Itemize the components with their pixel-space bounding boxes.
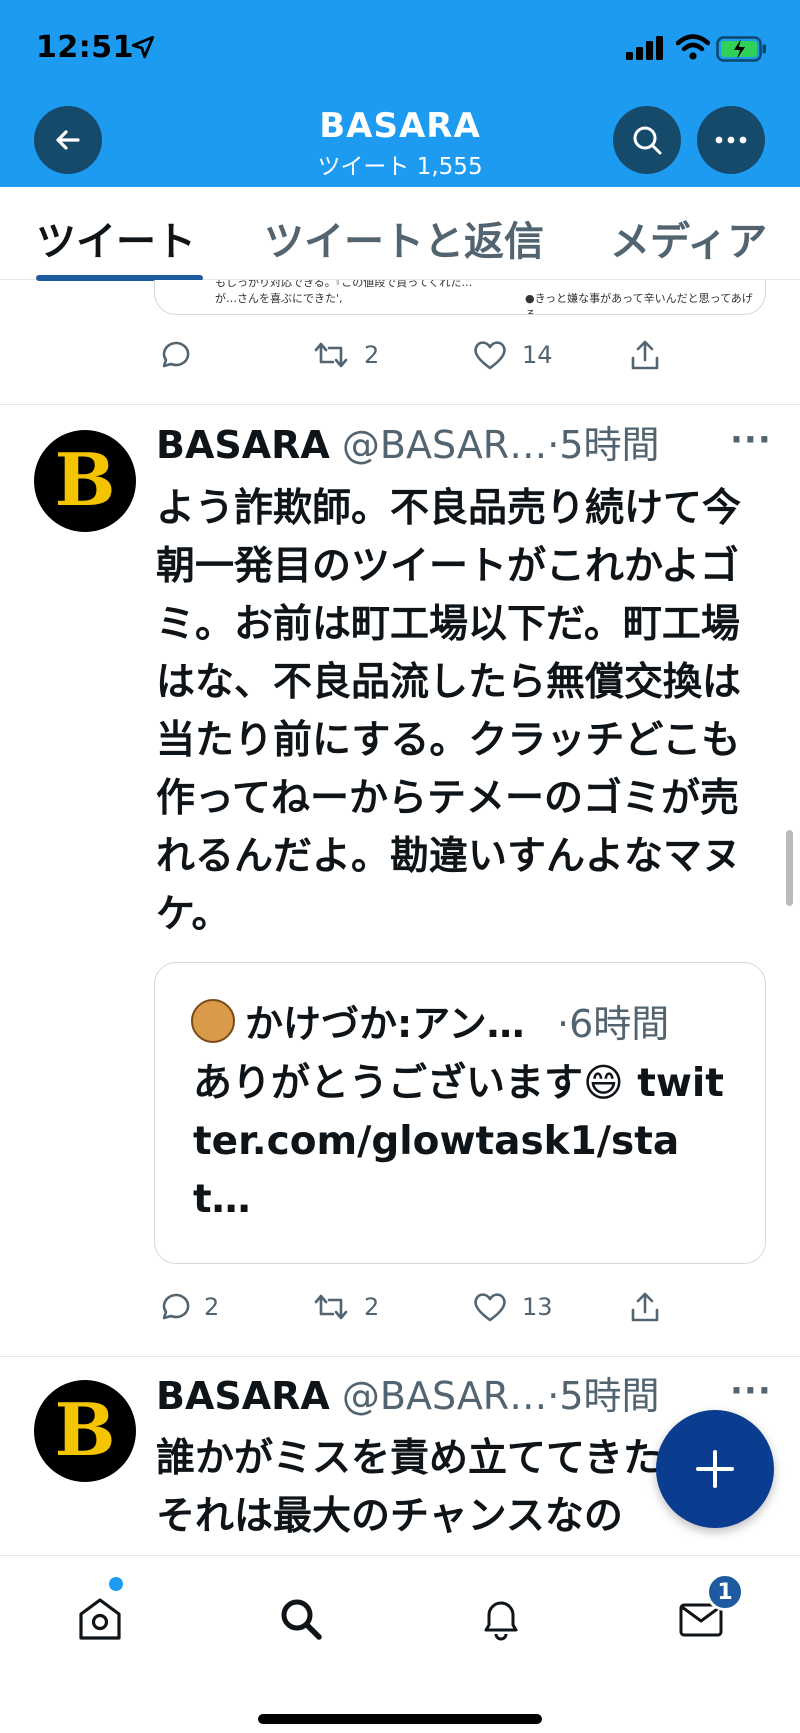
quoted-author-name: かけづか:アン…: [245, 1002, 525, 1046]
retweet-button[interactable]: 2: [312, 338, 379, 372]
scrollbar-thumb[interactable]: [786, 830, 793, 906]
author-name[interactable]: BASARA: [156, 1374, 330, 1418]
tweet-time[interactable]: 5時間: [559, 1374, 659, 1418]
tweet-count: ツイート 1,555: [317, 154, 483, 180]
home-notification-dot: [109, 1577, 123, 1591]
search-icon: [633, 126, 662, 155]
retweet-button[interactable]: 2: [312, 1290, 379, 1324]
tab-tweets[interactable]: ツイート: [36, 209, 196, 267]
heart-icon: [474, 1293, 506, 1322]
author-handle[interactable]: @BASAR…: [342, 1374, 547, 1418]
avatar-letter: B: [54, 436, 116, 522]
quoted-time: ·6時間: [557, 1002, 670, 1046]
tweet-more-button[interactable]: ···: [730, 420, 772, 460]
tweet-time[interactable]: 5時間: [559, 423, 659, 467]
tweet-more-button[interactable]: ···: [730, 1371, 772, 1411]
bottom-navigation: 1: [0, 1555, 800, 1733]
profile-header: 12:51 BASARA ツイート 1,555: [0, 0, 800, 187]
reply-icon: [162, 1293, 190, 1320]
tweet-actions: 2 2 13: [0, 1290, 800, 1340]
more-options-button[interactable]: [697, 106, 765, 174]
tab-tweets-and-replies[interactable]: ツイートと返信: [264, 209, 544, 267]
retweet-count: 2: [364, 341, 380, 369]
tweet-text: よう詐欺師。不良品売り続けて今朝一発目のツイートがこれかよゴミ。お前は町工場以下…: [156, 486, 742, 937]
reply-button[interactable]: 2: [156, 1290, 219, 1324]
like-button[interactable]: 13: [472, 1290, 553, 1324]
battery-icon: [716, 36, 766, 62]
messages-badge: 1: [706, 1573, 744, 1611]
card-text-left: 自信を感じてもらいたいし、売った後に何かあってもしっかり対応できる。『この値段で…: [215, 280, 473, 305]
like-button[interactable]: 14: [472, 338, 553, 372]
plus-icon: [696, 1450, 734, 1488]
share-icon: [631, 1292, 659, 1322]
retweet-icon: [314, 1294, 348, 1320]
search-button[interactable]: [613, 106, 681, 174]
home-icon[interactable]: [75, 1594, 125, 1644]
avatar[interactable]: B: [34, 1380, 136, 1482]
explore-search-icon[interactable]: [276, 1594, 326, 1644]
author-name[interactable]: BASARA: [156, 423, 330, 467]
share-button[interactable]: [628, 1290, 662, 1324]
author-handle[interactable]: @BASAR…: [342, 423, 547, 467]
separator-dot: ·: [547, 1374, 560, 1418]
quoted-avatar: [191, 999, 235, 1043]
reply-button[interactable]: [156, 338, 204, 372]
tweet-header: BASARA @BASAR…·5時間: [156, 1373, 660, 1419]
share-button[interactable]: [628, 338, 662, 372]
quoted-tweet[interactable]: かけづか:アン… ·6時間 ありがとうございます😄 twitter.com/gl…: [154, 962, 766, 1264]
reply-icon: [162, 341, 190, 368]
avatar-letter: B: [54, 1386, 116, 1472]
reply-count: 2: [204, 1293, 220, 1321]
notifications-bell-icon[interactable]: [476, 1594, 526, 1644]
share-icon: [631, 340, 659, 370]
retweet-icon: [314, 342, 348, 368]
heart-icon: [474, 341, 506, 370]
separator-dot: ·: [547, 423, 560, 467]
quoted-text: ありがとうございます😄 twitter.com/glowtask1/stat…: [193, 1061, 724, 1222]
like-count: 14: [522, 341, 553, 369]
like-count: 13: [522, 1293, 553, 1321]
avatar[interactable]: B: [34, 430, 136, 532]
profile-tabs: ツイート ツイートと返信 メディア: [0, 187, 800, 281]
tweet-divider: [0, 1356, 800, 1357]
retweet-count: 2: [364, 1293, 380, 1321]
wifi-icon: [676, 34, 710, 60]
cellular-signal-icon: [626, 36, 663, 60]
compose-tweet-button[interactable]: [656, 1410, 774, 1528]
ellipsis-icon: [715, 136, 747, 144]
tweet-header: BASARA @BASAR…·5時間: [156, 422, 660, 468]
quoted-header: かけづか:アン… ·6時間: [245, 993, 669, 1048]
status-time: 12:51: [36, 30, 134, 65]
home-indicator: [258, 1714, 542, 1724]
tweet-divider: [0, 404, 800, 405]
quoted-image-card[interactable]: 自信を感じてもらいたいし、売った後に何かあってもしっかり対応できる。『この値段で…: [154, 280, 766, 315]
tweet-actions: 2 14: [0, 338, 800, 388]
location-arrow-icon: [131, 35, 155, 59]
tweet-feed[interactable]: 自信を感じてもらいたいし、売った後に何かあってもしっかり対応できる。『この値段で…: [0, 280, 800, 1555]
tab-media[interactable]: メディア: [610, 209, 767, 267]
card-text-right: ●きっと嫌な事があって辛いんだと思ってあげる: [525, 292, 753, 315]
